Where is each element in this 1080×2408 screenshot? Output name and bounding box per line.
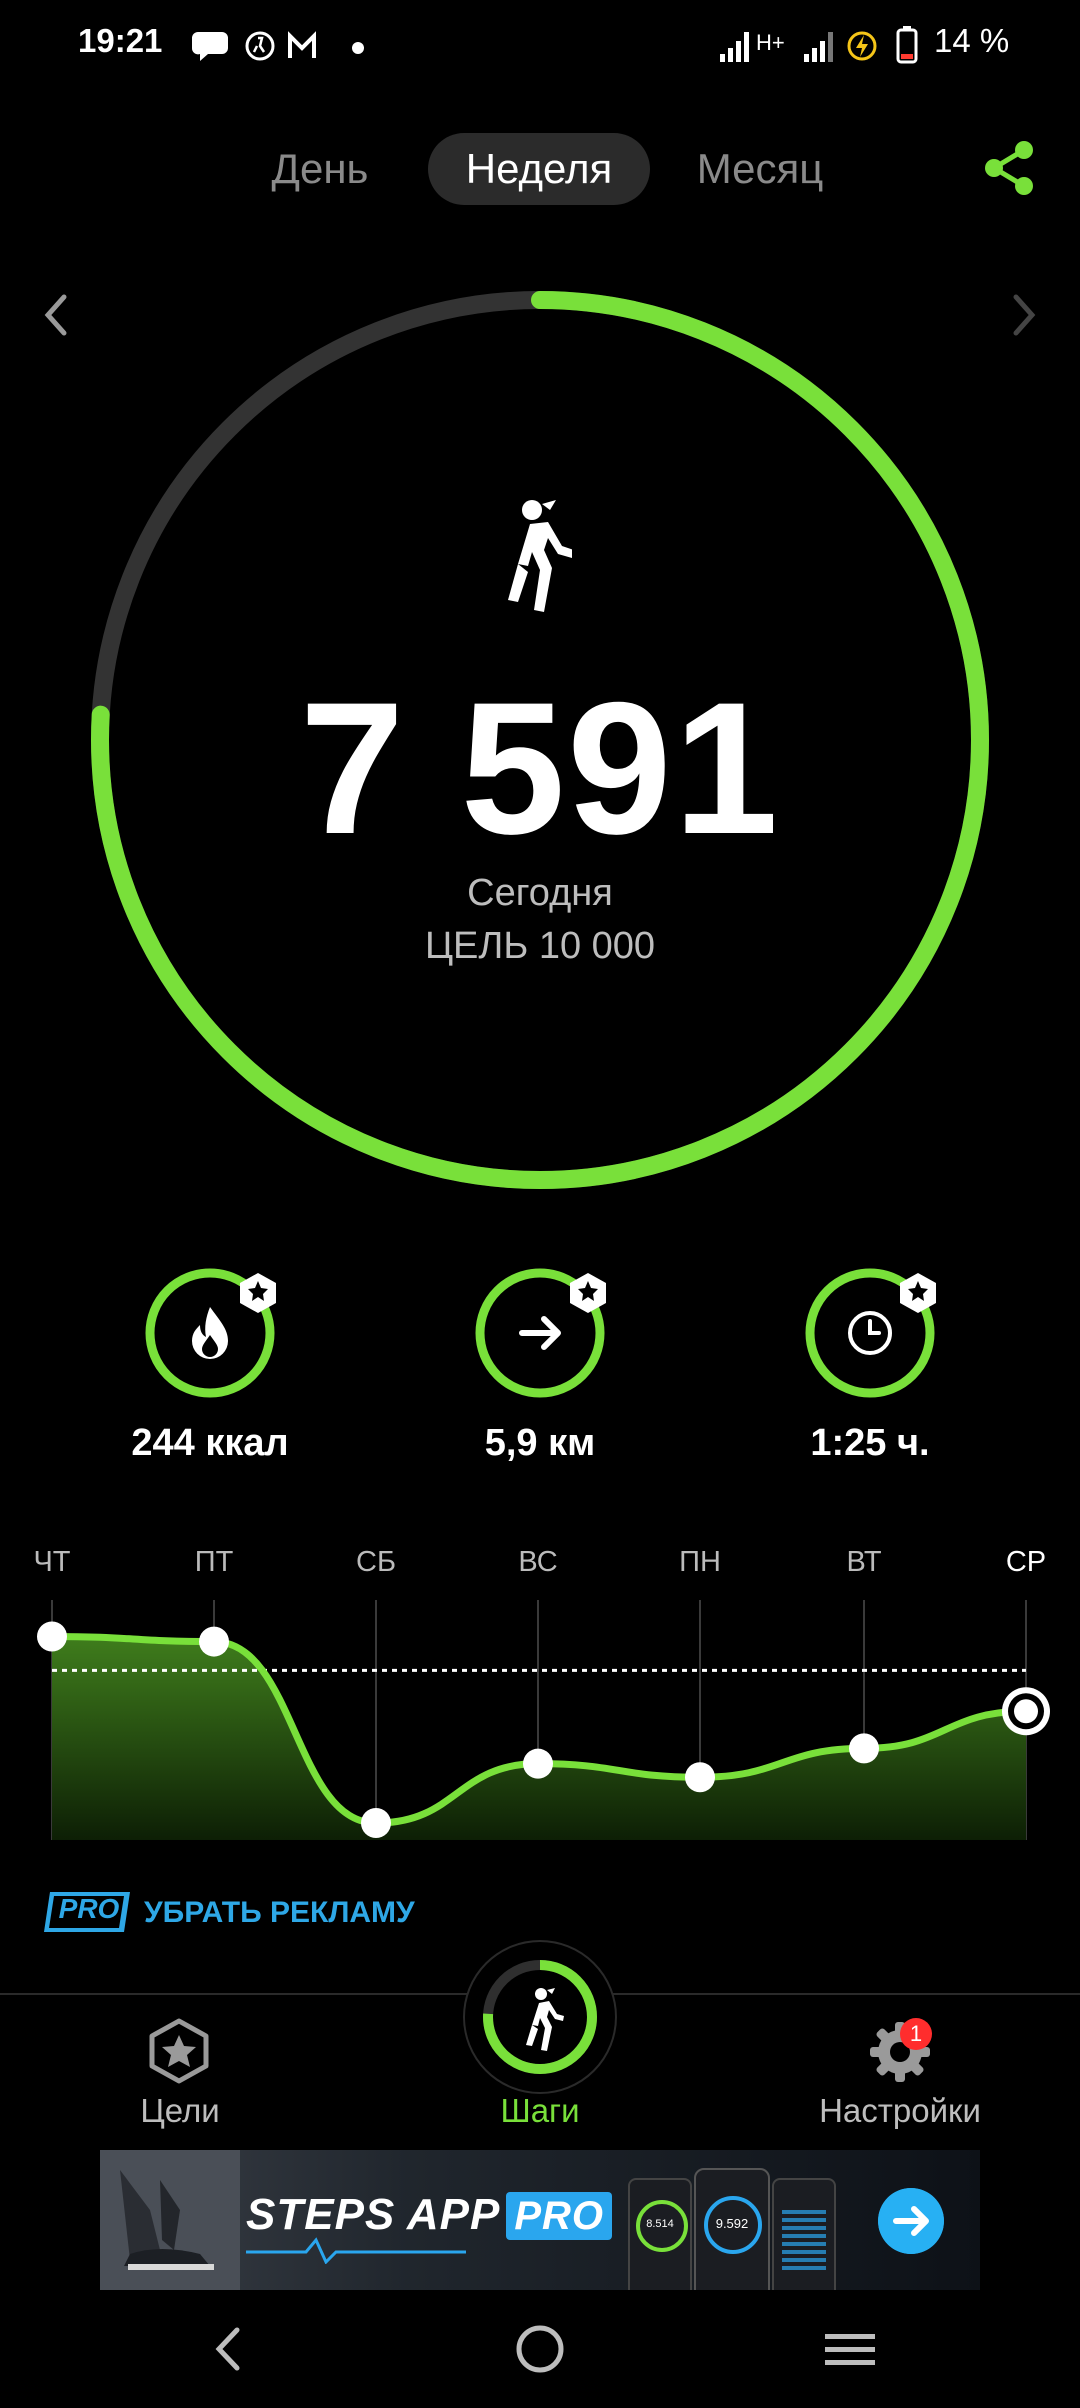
nav-settings-label: Настройки	[819, 2092, 981, 2129]
arrow-right-icon	[475, 1268, 606, 1398]
ad-phone-chart	[782, 2210, 826, 2270]
distance-metric-button[interactable]	[472, 1265, 622, 1415]
tab-month[interactable]: Месяц	[670, 133, 850, 205]
duration-value: 1:25 ч.	[810, 1422, 930, 1464]
battery-icon	[896, 26, 918, 64]
chevron-left-icon[interactable]	[32, 285, 82, 345]
pro-badge-text: PRO	[58, 1893, 120, 1924]
ad-phones-image: 8.514 9.592	[628, 2168, 848, 2290]
star-badge-icon	[900, 1273, 936, 1313]
tab-week[interactable]: Неделя	[428, 133, 650, 205]
share-icon[interactable]	[980, 138, 1040, 198]
chart-point	[523, 1748, 553, 1779]
duration-metric-button[interactable]	[802, 1265, 952, 1415]
system-recents-icon[interactable]	[815, 2318, 885, 2380]
chat-icon	[191, 32, 228, 61]
status-time: 19:21	[78, 22, 163, 59]
chart-point	[37, 1621, 67, 1652]
goal-label: ЦЕЛЬ 10 000	[424, 925, 656, 967]
goals-star-icon	[149, 2018, 209, 2084]
battery-saver-icon	[847, 31, 877, 61]
period-label: Сегодня	[467, 872, 613, 914]
gmail-icon	[288, 31, 316, 58]
walking-person-icon	[508, 500, 572, 612]
nav-steps-label[interactable]: Шаги	[430, 2092, 650, 2130]
ad-brand-name: STEPS APP	[246, 2190, 501, 2239]
flame-icon	[145, 1268, 276, 1398]
ad-brand: STEPS APP PRO	[246, 2190, 613, 2240]
signal-icon	[720, 32, 749, 62]
ad-phone-value-left: 8.514	[646, 2218, 674, 2230]
status-system-icons: H+	[720, 26, 918, 64]
chart-point	[199, 1626, 229, 1657]
ad-arrow-icon[interactable]	[878, 2188, 944, 2254]
dot-icon	[352, 42, 364, 54]
status-bar: 19:21 H+ 14 %	[0, 0, 1080, 90]
steps-app-icon	[245, 31, 275, 61]
ad-phone-value-center: 9.592	[715, 2216, 749, 2231]
battery-percent: 14 %	[934, 22, 1010, 59]
ad-phone-right	[772, 2178, 836, 2290]
chart-day-label: ВТ	[846, 1546, 882, 1578]
chart-day-label: ЧТ	[33, 1546, 71, 1578]
ad-heartbeat-line	[246, 2237, 466, 2264]
chart-point	[685, 1762, 715, 1793]
tab-day[interactable]: День	[245, 133, 395, 205]
weekly-steps-chart[interactable]	[0, 1600, 1080, 1850]
chart-day-label: СБ	[356, 1546, 396, 1578]
ad-phone-center: 9.592	[694, 2168, 770, 2290]
chart-day-label: ВС	[518, 1546, 558, 1578]
steps-nav-button[interactable]	[463, 1940, 617, 2094]
clock-icon	[805, 1268, 936, 1398]
star-badge-icon	[240, 1273, 276, 1313]
ad-brand-pro: PRO	[506, 2192, 613, 2240]
chart-day-label: ПН	[679, 1546, 721, 1578]
ad-banner[interactable]: STEPS APP PRO 8.514 9.592	[100, 2150, 980, 2290]
chart-point	[849, 1733, 879, 1764]
ad-phone-left: 8.514	[628, 2178, 692, 2290]
chart-point	[361, 1808, 391, 1839]
calories-value: 244 ккал	[131, 1422, 289, 1464]
chevron-right-icon[interactable]	[998, 285, 1048, 345]
calories-metric-button[interactable]	[142, 1265, 292, 1415]
settings-notification-badge: 1	[900, 2018, 932, 2050]
system-home-icon[interactable]	[505, 2318, 575, 2380]
chart-point-selected-dot	[1014, 1699, 1038, 1724]
nav-goals-label: Цели	[140, 2092, 220, 2129]
distance-value: 5,9 км	[484, 1422, 596, 1464]
remove-ads-text: УБРАТЬ РЕКЛАМУ	[144, 1896, 415, 1929]
network-type: H+	[756, 30, 785, 55]
star-badge-icon	[570, 1273, 606, 1313]
system-back-icon[interactable]	[195, 2318, 265, 2380]
status-notification-icons	[191, 31, 364, 61]
steps-count: 7 591	[299, 663, 781, 873]
chart-day-label: СР	[1005, 1546, 1047, 1578]
signal-icon	[804, 32, 833, 62]
runner-shoe-image	[100, 2150, 240, 2290]
chart-day-label: ПТ	[194, 1546, 234, 1578]
